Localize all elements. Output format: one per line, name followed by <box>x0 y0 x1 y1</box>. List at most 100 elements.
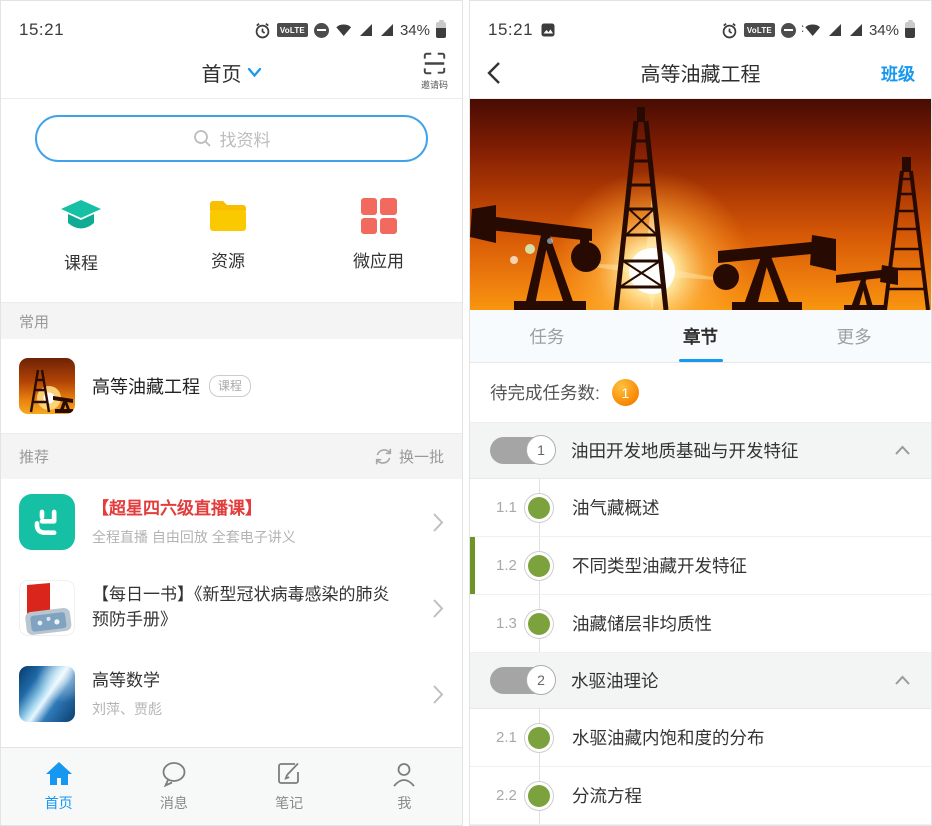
lesson-status-dot <box>528 497 550 519</box>
signal-icon-2 <box>848 23 863 37</box>
wifi-icon <box>335 23 352 37</box>
lesson-title: 油藏储层非均质性 <box>572 611 712 636</box>
lesson-row-2-2[interactable]: 2.2 分流方程 <box>470 767 931 825</box>
lesson-row-1-3[interactable]: 1.3 油藏储层非均质性 <box>470 595 931 653</box>
course-header: 高等油藏工程 班级 <box>470 47 931 99</box>
quick-label: 资源 <box>211 247 245 272</box>
alarm-icon <box>254 22 271 39</box>
course-title: 高等油藏工程 <box>92 373 200 399</box>
chevron-up-icon[interactable] <box>894 675 911 686</box>
chapter-header-1[interactable]: 1 油田开发地质基础与开发特征 <box>470 423 931 479</box>
home-screen: 15:21 VoLTE 34% <box>0 0 463 826</box>
chapter-title: 油田开发地质基础与开发特征 <box>571 438 894 463</box>
signal-icon-2 <box>379 23 394 37</box>
page-title: 首页 <box>202 58 242 87</box>
refresh-batch-button[interactable]: 换一批 <box>374 446 444 467</box>
graduation-cap-icon <box>59 198 103 236</box>
do-not-disturb-icon <box>781 23 796 38</box>
quick-item-resources[interactable]: 资源 <box>207 198 249 274</box>
recommended-item-daily-book[interactable]: 【每日一书】《新型冠状病毒感染的肺炎预防手册》 <box>1 565 462 651</box>
chevron-down-icon <box>247 67 262 78</box>
recommended-subtitle: 刘萍、贾彪 <box>92 699 432 719</box>
lesson-number: 1.1 <box>496 499 517 516</box>
section-title: 常用 <box>19 311 444 332</box>
chaoxing-app-icon <box>19 494 75 550</box>
signal-icon <box>358 23 373 37</box>
battery-icon <box>436 22 446 38</box>
chapter-header-2[interactable]: 2 水驱油理论 <box>470 653 931 709</box>
section-recommended: 推荐 换一批 <box>1 433 462 479</box>
course-thumbnail <box>19 358 75 414</box>
book-thumbnail <box>19 580 75 636</box>
search-input[interactable]: 找资料 <box>35 115 428 162</box>
lesson-title: 油气藏概述 <box>572 495 660 520</box>
tab-me[interactable]: 我 <box>347 748 462 825</box>
signal-icon <box>827 23 842 37</box>
quick-label: 微应用 <box>353 247 404 272</box>
chapter-number: 1 <box>526 435 556 465</box>
tab-notes[interactable]: 笔记 <box>232 748 347 825</box>
lesson-title: 不同类型油藏开发特征 <box>572 553 747 578</box>
course-tab-bar: 任务 章节 更多 <box>470 310 931 363</box>
alarm-icon <box>721 22 738 39</box>
recommended-item-live-course[interactable]: 【超星四六级直播课】 全程直播 自由回放 全套电子讲义 <box>1 479 462 565</box>
chapter-number: 2 <box>526 665 556 695</box>
do-not-disturb-icon <box>314 23 329 38</box>
pending-tasks-label: 待完成任务数: <box>490 380 600 405</box>
lesson-number: 1.3 <box>496 615 517 632</box>
tab-chapters[interactable]: 章节 <box>624 310 778 362</box>
chapter-list: 1 油田开发地质基础与开发特征 1.1 油气藏概述 1.2 不同类型油藏开发特征… <box>470 423 931 825</box>
volte-badge: VoLTE <box>277 23 308 37</box>
math-course-thumbnail <box>19 666 75 722</box>
quick-label: 课程 <box>64 249 98 274</box>
battery-percent: 34% <box>400 22 430 39</box>
lesson-row-1-2[interactable]: 1.2 不同类型油藏开发特征 <box>470 537 931 595</box>
chapter-number-badge: 1 <box>490 437 554 464</box>
chevron-right-icon <box>432 512 444 533</box>
home-title-dropdown[interactable]: 首页 <box>202 58 262 87</box>
common-course-row[interactable]: 高等油藏工程 课程 <box>1 339 462 433</box>
course-cover-image <box>470 99 931 310</box>
volte-badge: VoLTE <box>744 23 775 37</box>
lesson-row-2-1[interactable]: 2.1 水驱油藏内饱和度的分布 <box>470 709 931 767</box>
app-grid-icon <box>361 198 397 234</box>
tab-label: 首页 <box>45 793 73 813</box>
course-page-title: 高等油藏工程 <box>641 58 761 87</box>
person-icon <box>390 761 418 787</box>
lesson-number: 2.2 <box>496 787 517 804</box>
status-bar: 15:21 VoLTE 34% <box>1 1 462 47</box>
lesson-title: 分流方程 <box>572 783 642 808</box>
recommended-item-math[interactable]: 高等数学 刘萍、贾彪 <box>1 651 462 737</box>
class-link[interactable]: 班级 <box>881 60 915 85</box>
screenshot-notification-icon <box>541 23 555 37</box>
recommended-title: 【每日一书】《新型冠状病毒感染的肺炎预防手册》 <box>92 583 394 632</box>
tab-more[interactable]: 更多 <box>777 310 931 362</box>
lesson-row-1-1[interactable]: 1.1 油气藏概述 <box>470 479 931 537</box>
folder-icon <box>207 198 249 234</box>
tab-messages[interactable]: 消息 <box>116 748 231 825</box>
recommended-title: 【超星四六级直播课】 <box>92 497 432 522</box>
search-icon <box>193 129 212 148</box>
tab-label: 消息 <box>160 793 188 813</box>
pending-count-badge[interactable]: 1 <box>612 379 639 406</box>
bottom-tab-bar: 首页 消息 笔记 <box>1 747 462 825</box>
lesson-status-dot <box>528 727 550 749</box>
quick-item-courses[interactable]: 课程 <box>59 198 103 274</box>
lesson-status-dot <box>528 613 550 635</box>
tab-label: 我 <box>397 793 411 813</box>
section-title: 推荐 <box>19 446 374 467</box>
quick-item-mini-apps[interactable]: 微应用 <box>353 198 404 274</box>
status-time: 15:21 <box>19 20 64 40</box>
chevron-right-icon <box>432 684 444 705</box>
invite-code-button[interactable]: 邀请码 <box>421 50 448 91</box>
chevron-up-icon[interactable] <box>894 445 911 456</box>
chapter-number-badge: 2 <box>490 667 554 694</box>
battery-icon <box>905 22 915 38</box>
back-button[interactable] <box>482 57 505 89</box>
tab-home[interactable]: 首页 <box>1 748 116 825</box>
screenshot-stage: 15:21 VoLTE 34% <box>0 0 932 826</box>
search-placeholder: 找资料 <box>220 126 271 151</box>
course-detail-screen: 15:21 VoLTE <box>469 0 932 826</box>
tab-tasks[interactable]: 任务 <box>470 310 624 362</box>
chapter-title: 水驱油理论 <box>571 668 894 693</box>
